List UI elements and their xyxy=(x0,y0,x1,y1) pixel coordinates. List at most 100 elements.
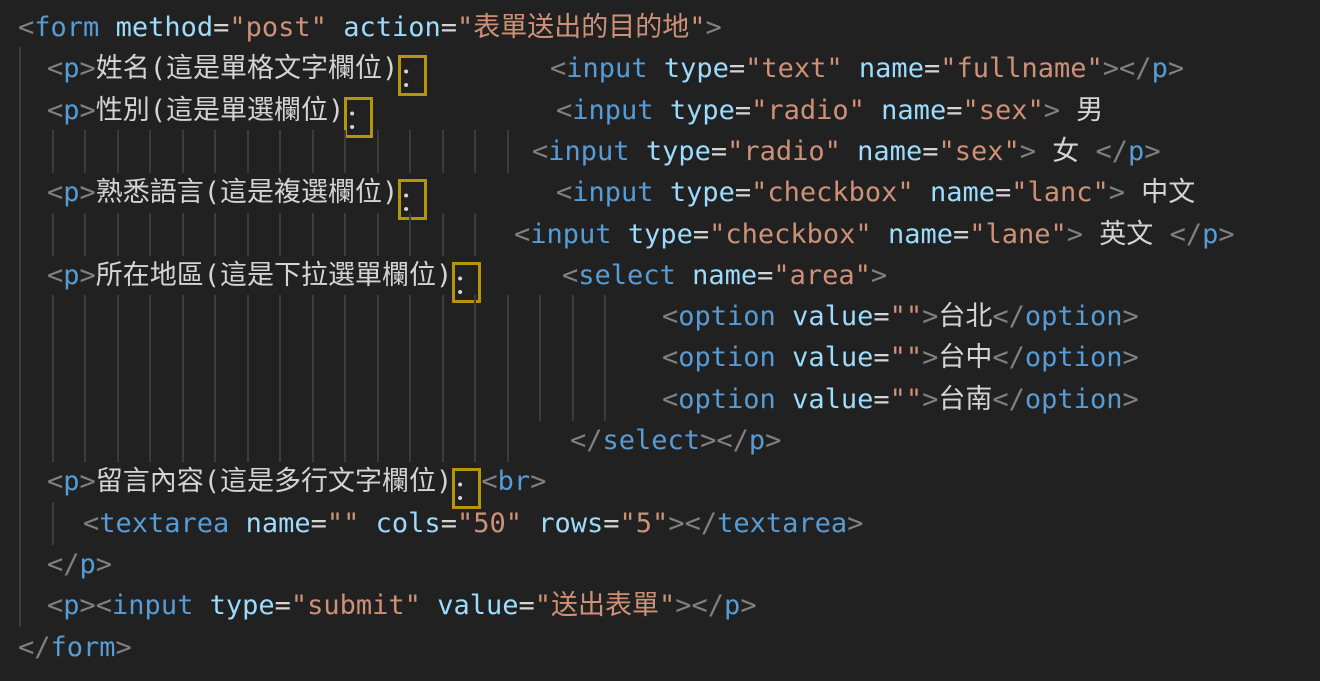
indent-guide xyxy=(442,295,444,338)
indent-guide xyxy=(84,378,86,421)
token-tag-name: input xyxy=(572,177,653,208)
indent-guide xyxy=(279,336,281,379)
token-punctuation: > xyxy=(1122,384,1138,415)
token-punctuation: < xyxy=(514,219,530,250)
token-tag-name: p xyxy=(63,466,79,497)
indent-guide xyxy=(247,130,249,173)
indent-guide xyxy=(214,130,216,173)
indent-guide xyxy=(507,295,509,338)
indent-guide xyxy=(117,213,119,256)
indent-guide xyxy=(84,419,86,462)
token-plain-text xyxy=(421,590,437,621)
token-plain-text: 男 xyxy=(1060,95,1103,126)
token-punctuation: < xyxy=(47,177,63,208)
token-tag-name: option xyxy=(1025,342,1123,373)
token-punctuation: </ xyxy=(1096,136,1129,167)
indent-guide xyxy=(52,419,54,462)
indent-guide xyxy=(19,254,21,297)
token-operator: = xyxy=(995,177,1011,208)
token-punctuation: > xyxy=(530,466,546,497)
token-tag-name: select xyxy=(603,425,701,456)
token-plain-text xyxy=(327,12,343,43)
indent-guide xyxy=(507,378,509,421)
token-operator: = xyxy=(275,590,291,621)
token-string: "" xyxy=(890,301,923,332)
token-punctuation: < xyxy=(481,466,497,497)
token-plain-text: 女 xyxy=(1036,136,1096,167)
token-operator: = xyxy=(757,260,773,291)
indent-guide xyxy=(507,336,509,379)
token-string: "lane" xyxy=(969,219,1067,250)
token-string: "text" xyxy=(745,53,843,84)
indent-guide xyxy=(409,419,411,462)
indent-guide xyxy=(149,213,151,256)
indent-guide xyxy=(312,378,314,421)
indent-guide xyxy=(214,295,216,338)
token-tag-name: option xyxy=(1025,301,1123,332)
indent-guide xyxy=(507,130,509,173)
token-string: "50" xyxy=(457,508,522,539)
token-attribute-name: type xyxy=(664,53,729,84)
token-punctuation: > xyxy=(116,632,132,663)
token-punctuation: < xyxy=(562,260,578,291)
indent-guide xyxy=(344,213,346,256)
token-tag-name: p xyxy=(63,590,79,621)
code-line-12: <p>留言內容(這是多行文字欄位)：<br> xyxy=(0,461,1320,502)
code-editor[interactable]: <form method="post" action="表單送出的目的地"><p… xyxy=(0,0,1320,681)
token-tag-name: input xyxy=(566,53,647,84)
token-plain-text xyxy=(914,177,930,208)
indent-guide xyxy=(19,584,21,627)
token-plain-text: 台南 xyxy=(938,384,992,415)
indent-guide xyxy=(19,502,21,545)
indent-guide xyxy=(377,295,379,338)
token-punctuation: < xyxy=(662,301,678,332)
token-tag-name: p xyxy=(1152,53,1168,84)
token-tag-name: p xyxy=(80,549,96,580)
token-tag-name: p xyxy=(749,425,765,456)
token-string: "" xyxy=(890,384,923,415)
indent-guide xyxy=(344,419,346,462)
indent-guide xyxy=(19,171,21,214)
indent-guide xyxy=(149,130,151,173)
indent-guide xyxy=(117,419,119,462)
token-plain-text xyxy=(193,590,209,621)
token-operator: = xyxy=(873,301,889,332)
indent-guide xyxy=(377,336,379,379)
indent-guide xyxy=(312,130,314,173)
token-punctuation: ></ xyxy=(700,425,749,456)
token-plain-text: 台中 xyxy=(938,342,992,373)
code-segment: <option value="">台南</option> xyxy=(662,379,1139,420)
indent-guide xyxy=(539,378,541,421)
indent-guide xyxy=(539,336,541,379)
token-string: "" xyxy=(327,508,360,539)
token-string: "checkbox" xyxy=(709,219,872,250)
token-attribute-name: method xyxy=(116,12,214,43)
token-plain-text: 姓名(這是單格文字欄位) xyxy=(96,53,399,84)
code-line-3: <p>性別(這是單選欄位)：<input type="radio" name="… xyxy=(0,90,1320,131)
token-operator: = xyxy=(873,384,889,415)
token-operator: = xyxy=(213,12,229,43)
token-punctuation: ></ xyxy=(668,508,717,539)
token-punctuation: < xyxy=(47,260,63,291)
token-punctuation: > xyxy=(706,12,722,43)
token-plain-text xyxy=(630,136,646,167)
token-punctuation: > xyxy=(922,301,938,332)
token-punctuation: > xyxy=(1109,177,1125,208)
indent-guide xyxy=(247,295,249,338)
indent-guide xyxy=(247,336,249,379)
token-attribute-name: type xyxy=(646,136,711,167)
indent-guide xyxy=(572,336,574,379)
indent-guide xyxy=(149,378,151,421)
token-attribute-name: value xyxy=(792,342,873,373)
code-segment: <input type="checkbox" name="lanc"> 中文 xyxy=(556,172,1195,213)
token-plain-text: 性別(這是單選欄位) xyxy=(96,95,345,126)
token-punctuation: > xyxy=(1122,301,1138,332)
token-tag-name: textarea xyxy=(99,508,229,539)
indent-guide xyxy=(377,130,379,173)
indent-guide xyxy=(84,213,86,256)
token-operator: = xyxy=(693,219,709,250)
token-punctuation: < xyxy=(550,53,566,84)
token-tag-name: form xyxy=(51,632,116,663)
indent-guide xyxy=(377,378,379,421)
indent-guide xyxy=(52,295,54,338)
